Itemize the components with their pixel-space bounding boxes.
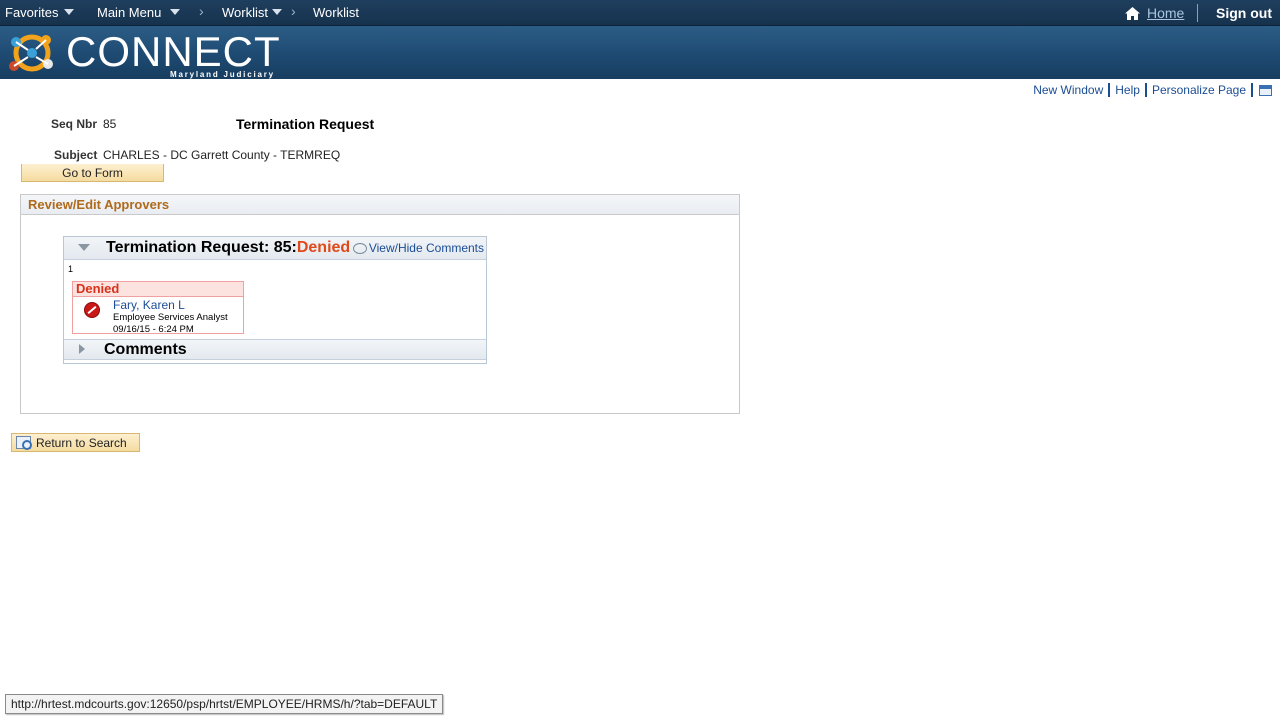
- breadcrumb-worklist[interactable]: Worklist: [313, 3, 359, 21]
- denied-icon: [84, 302, 100, 318]
- home-icon: [1125, 6, 1140, 20]
- logo-subtitle: Maryland Judiciary: [170, 70, 275, 79]
- page-grid-icon[interactable]: [1259, 84, 1272, 96]
- subject-label: Subject: [54, 148, 98, 162]
- subject-value: CHARLES - DC Garrett County - TERMREQ: [103, 148, 341, 162]
- comments-section-header[interactable]: Comments: [64, 339, 486, 360]
- group-title: Review/Edit Approvers: [21, 195, 739, 215]
- breadcrumb-separator: ›: [291, 3, 296, 19]
- return-to-search-label: Return to Search: [36, 435, 127, 450]
- approver-card: Denied Fary, Karen L Employee Services A…: [72, 281, 244, 335]
- breadcrumb-worklist-label: Worklist: [313, 4, 359, 20]
- worklist-menu-label: Worklist: [222, 4, 268, 20]
- go-to-form-button[interactable]: Go to Form: [21, 164, 164, 182]
- go-to-form-label: Go to Form: [62, 165, 123, 180]
- help-link[interactable]: Help: [1110, 83, 1145, 97]
- personalize-page-link[interactable]: Personalize Page: [1147, 83, 1251, 97]
- page-links: New Window Help Personalize Page: [1028, 82, 1272, 98]
- home-link-label: Home: [1147, 5, 1185, 21]
- approval-title-prefix: Termination Request: 85:: [106, 239, 297, 256]
- approval-status: Denied: [296, 239, 351, 256]
- home-link[interactable]: Home: [1124, 3, 1184, 23]
- connect-logo-icon: [9, 34, 53, 72]
- top-nav-bar: Favorites Main Menu › Worklist › Worklis…: [0, 0, 1280, 26]
- browser-status-url: http://hrtest.mdcourts.gov:12650/psp/hrt…: [5, 694, 444, 714]
- comments-label: Comments: [104, 341, 187, 358]
- worklist-menu[interactable]: Worklist: [222, 3, 282, 21]
- chevron-down-icon: [271, 9, 282, 15]
- approver-name-link[interactable]: Fary, Karen L: [113, 298, 185, 312]
- sign-out-label: Sign out: [1216, 5, 1272, 21]
- return-to-search-button[interactable]: Return to Search: [11, 433, 140, 452]
- search-icon: [16, 436, 32, 450]
- main-menu-label: Main Menu: [97, 4, 162, 20]
- favorites-label: Favorites: [5, 4, 59, 20]
- chevron-down-icon: [170, 9, 181, 15]
- expand-toggle-icon: [79, 344, 85, 354]
- favorites-menu[interactable]: Favorites: [5, 3, 75, 21]
- approval-title: Termination Request: 85:Denied: [106, 239, 350, 257]
- step-number: 1: [68, 264, 74, 274]
- sign-out-link[interactable]: Sign out: [1216, 3, 1272, 23]
- page-title: Termination Request: [236, 116, 375, 132]
- view-hide-comments-label: View/Hide Comments: [368, 241, 484, 255]
- breadcrumb-separator: ›: [199, 3, 204, 19]
- new-window-link[interactable]: New Window: [1028, 83, 1108, 97]
- link-separator: [1251, 83, 1253, 97]
- approver-status: Denied: [73, 282, 243, 297]
- seq-nbr-label: Seq Nbr: [51, 117, 98, 131]
- comment-bubble-icon: [352, 242, 367, 254]
- approver-date: 09/16/15 - 6:24 PM: [113, 324, 194, 335]
- logo-text: CONNECT: [66, 28, 281, 75]
- seq-nbr-value: 85: [103, 117, 117, 131]
- header-banner: CONNECT Maryland Judiciary: [0, 26, 1280, 79]
- chevron-down-icon: [64, 9, 75, 15]
- main-menu[interactable]: Main Menu: [97, 3, 181, 21]
- approver-role: Employee Services Analyst: [113, 312, 228, 323]
- nav-divider: [1197, 4, 1198, 22]
- approval-header: Termination Request: 85:Denied View/Hide…: [64, 237, 486, 260]
- view-hide-comments-link[interactable]: View/Hide Comments: [352, 241, 484, 255]
- approval-box: Termination Request: 85:Denied View/Hide…: [63, 236, 487, 364]
- review-edit-approvers-group: Review/Edit Approvers Termination Reques…: [20, 194, 740, 414]
- collapse-toggle-icon[interactable]: [78, 244, 90, 251]
